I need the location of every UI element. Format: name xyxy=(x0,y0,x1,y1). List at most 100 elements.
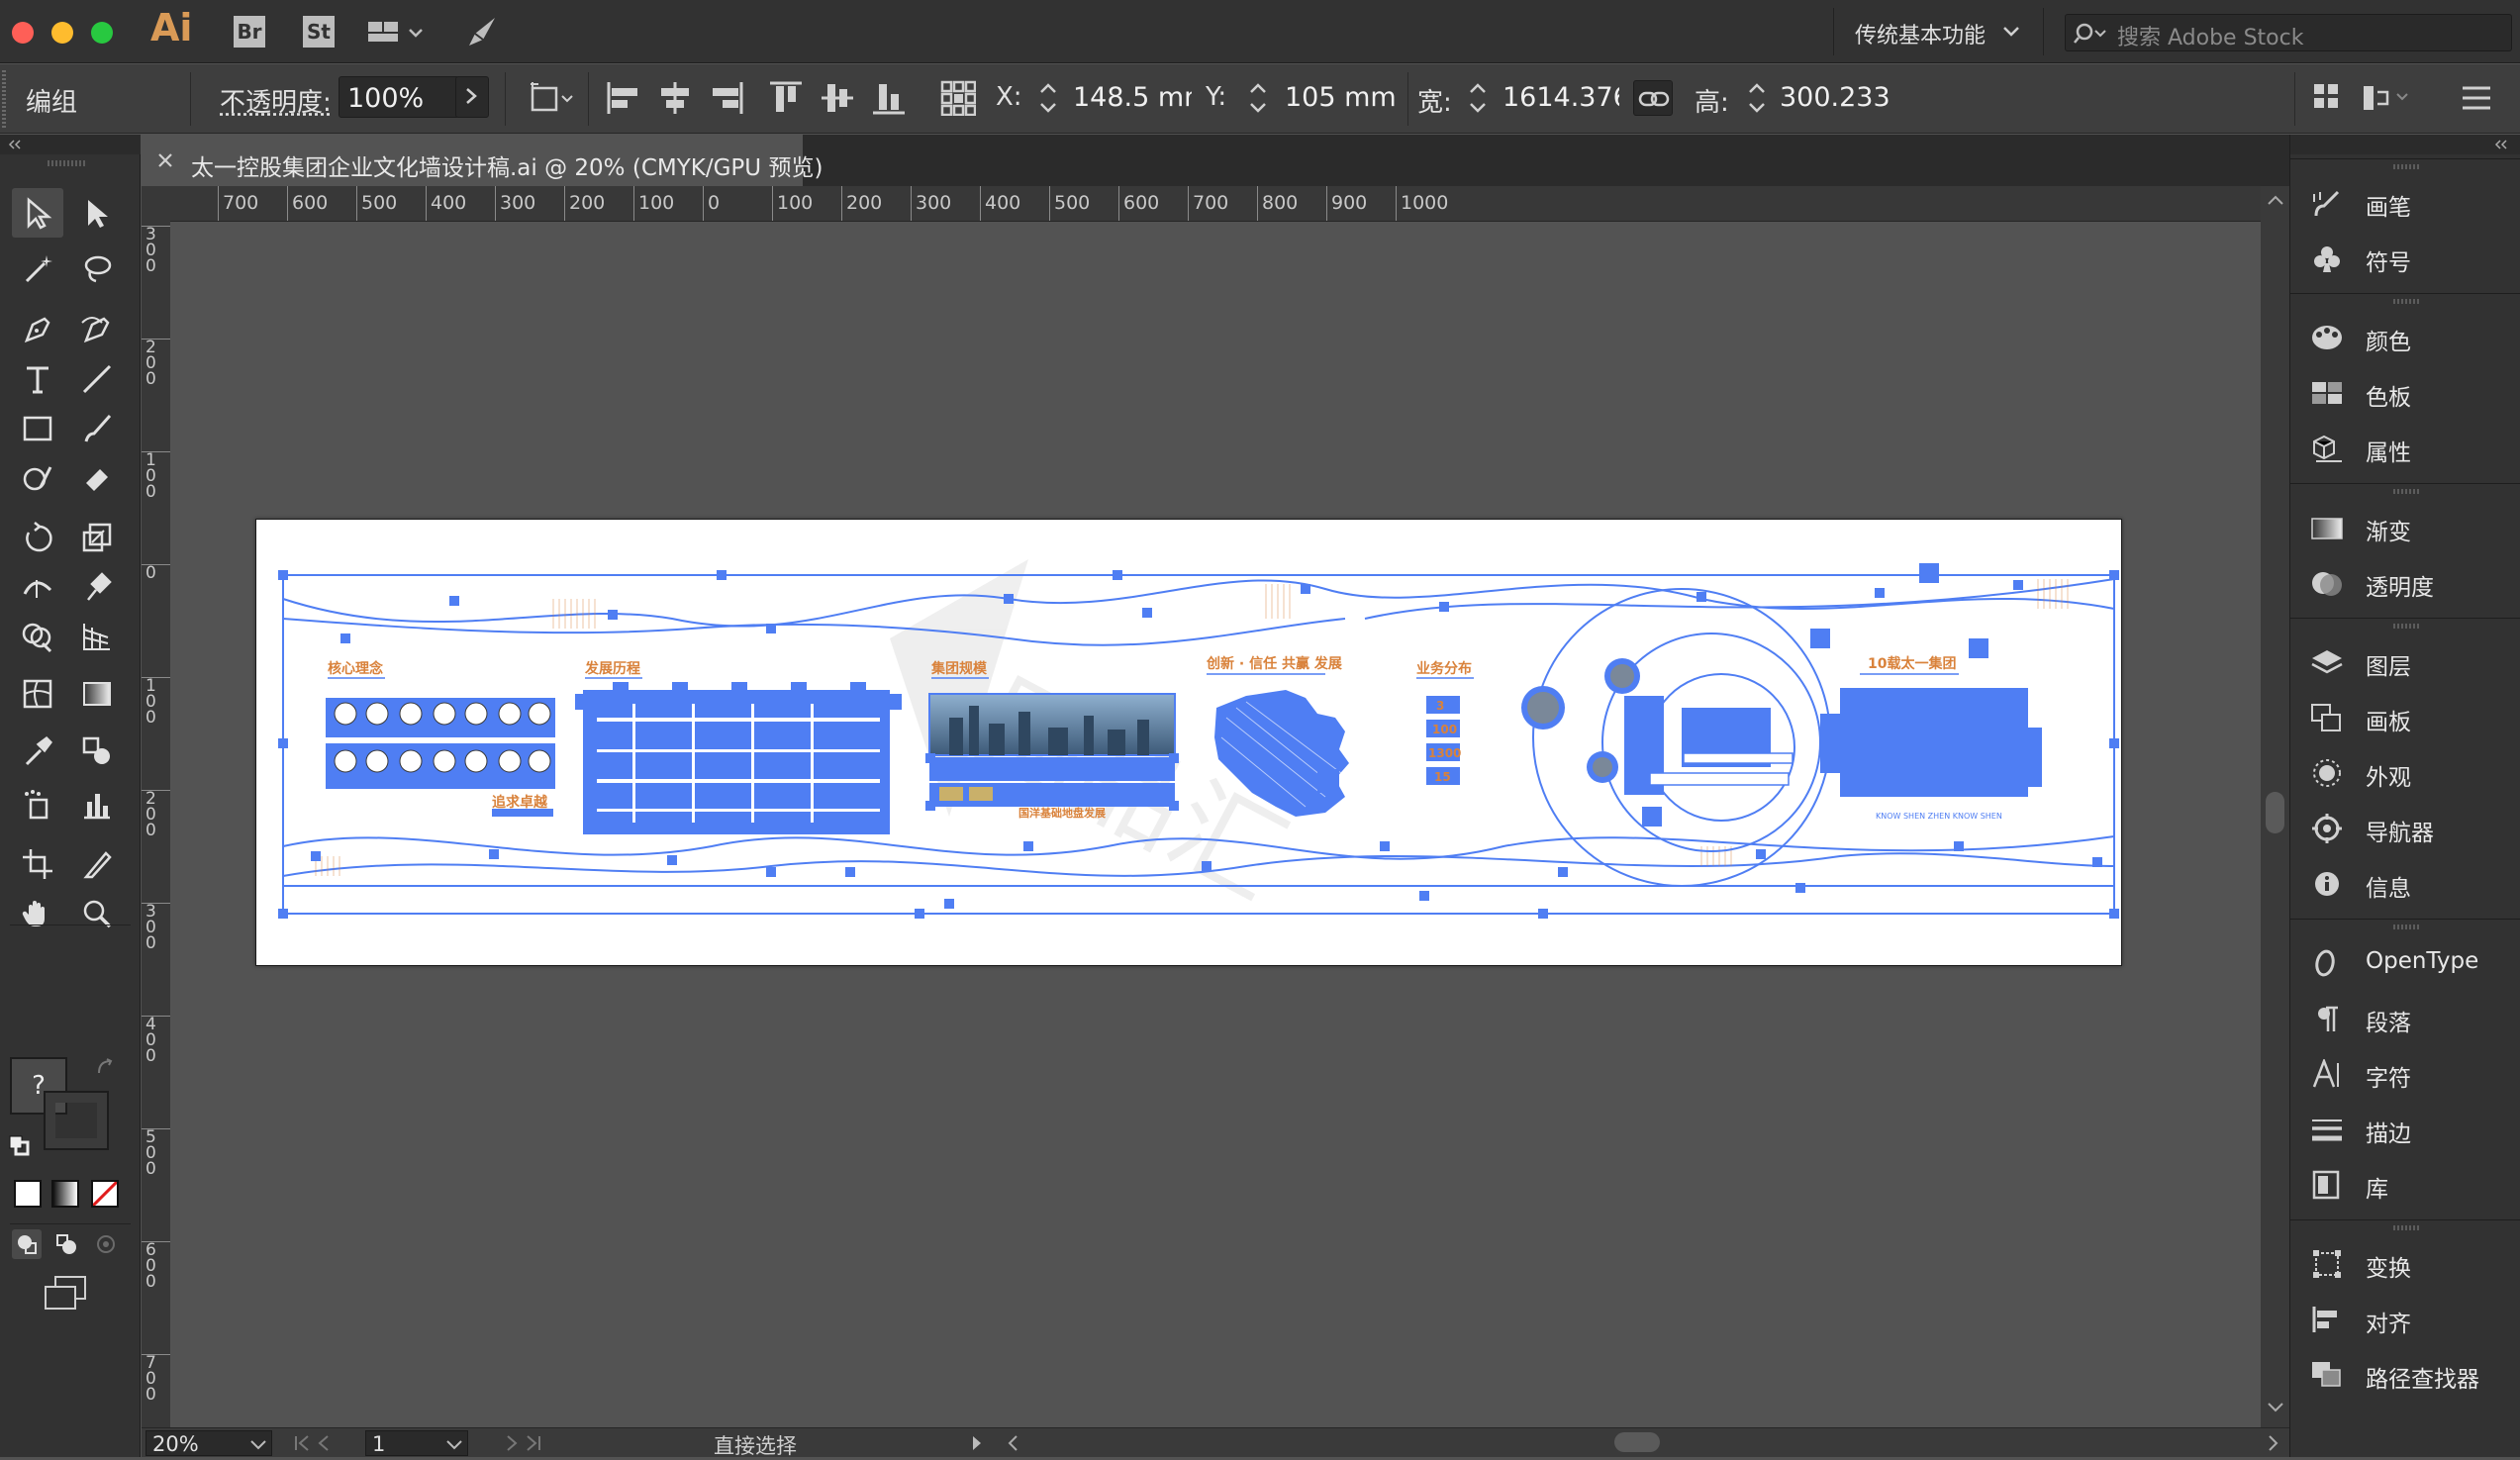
panel-paragraph[interactable]: 段落 xyxy=(2290,992,2520,1045)
vertical-scroll-thumb[interactable] xyxy=(2266,792,2284,833)
artboard-navigation-field[interactable]: 1 xyxy=(365,1430,468,1456)
draw-inside-button[interactable] xyxy=(91,1229,121,1259)
shape-builder-tool[interactable] xyxy=(12,612,63,661)
artboard-tool[interactable] xyxy=(12,839,63,889)
opacity-dropdown-button[interactable] xyxy=(455,76,489,118)
anchor-handle[interactable] xyxy=(667,855,677,865)
height-input[interactable]: 300.233 n xyxy=(1772,76,1900,118)
anchor-handle[interactable] xyxy=(2109,570,2119,580)
line-segment-tool[interactable] xyxy=(71,354,123,404)
panel-align[interactable]: 对齐 xyxy=(2290,1293,2520,1346)
gradient-mode-button[interactable] xyxy=(51,1180,79,1208)
anchor-handle[interactable] xyxy=(915,909,924,919)
x-stepper-icon[interactable] xyxy=(1035,78,1061,118)
align-right-icon[interactable] xyxy=(709,80,744,116)
document-tab[interactable]: 太一控股集团企业文化墙设计稿.ai @ 20% (CMYK/GPU 预览) xyxy=(142,135,803,186)
align-vertical-center-icon[interactable] xyxy=(820,80,855,116)
gradient-tool[interactable] xyxy=(71,669,123,719)
anchor-handle[interactable] xyxy=(1756,849,1766,859)
width-input[interactable]: 1614.376 xyxy=(1495,76,1619,118)
arrange-options-icon[interactable] xyxy=(2360,80,2415,116)
anchor-handle[interactable] xyxy=(278,738,288,748)
selection-tool[interactable] xyxy=(12,188,63,238)
paintbrush-tool[interactable] xyxy=(71,404,123,453)
anchor-handle[interactable] xyxy=(1439,602,1449,612)
isolate-group-icon[interactable] xyxy=(2310,80,2346,116)
panel-artboards[interactable]: 画板 xyxy=(2290,691,2520,744)
column-graph-tool[interactable] xyxy=(71,780,123,829)
panel-navigator[interactable]: 导航器 xyxy=(2290,802,2520,855)
draw-normal-button[interactable] xyxy=(12,1229,42,1259)
bridge-button[interactable]: Br xyxy=(234,16,265,48)
scroll-right-icon[interactable] xyxy=(2266,1434,2279,1452)
zoom-tool[interactable] xyxy=(71,889,123,938)
panel-transparency[interactable]: 透明度 xyxy=(2290,556,2520,610)
rectangle-tool[interactable] xyxy=(12,404,63,453)
opacity-input[interactable]: 100% xyxy=(339,76,459,118)
gpu-performance-button[interactable] xyxy=(465,14,501,49)
anchor-handle[interactable] xyxy=(1538,909,1548,919)
horizontal-ruler[interactable]: 700 600 500 400 300 200 100 0 100 200 300 400 500 600… xyxy=(170,186,2261,222)
anchor-handle[interactable] xyxy=(845,867,855,877)
panel-dock-header[interactable] xyxy=(2290,135,2520,154)
screen-mode-button[interactable] xyxy=(44,1275,89,1311)
lasso-tool[interactable] xyxy=(71,243,123,293)
panel-symbols[interactable]: 符号 xyxy=(2290,232,2520,285)
align-top-icon[interactable] xyxy=(768,80,804,116)
panel-layers[interactable]: 图层 xyxy=(2290,635,2520,689)
anchor-handle[interactable] xyxy=(1419,891,1429,901)
stroke-swatch[interactable] xyxy=(46,1093,107,1148)
anchor-handle[interactable] xyxy=(766,624,776,633)
type-tool[interactable] xyxy=(12,354,63,404)
constrain-proportions-button[interactable] xyxy=(1633,80,1673,116)
status-menu-arrow-icon[interactable] xyxy=(969,1434,985,1452)
eyedropper-tool[interactable] xyxy=(12,727,63,776)
anchor-handle[interactable] xyxy=(1301,584,1310,594)
width-stepper-icon[interactable] xyxy=(1465,78,1491,118)
shaper-tool[interactable] xyxy=(12,453,63,503)
scroll-up-icon[interactable] xyxy=(2267,194,2284,206)
vertical-ruler[interactable]: 300 200 100 0 100 200 300 400 500 600 700 xyxy=(142,186,170,1427)
next-last-artboard-icon[interactable] xyxy=(488,1434,543,1452)
puppet-warp-tool[interactable] xyxy=(71,562,123,612)
anchor-handle[interactable] xyxy=(717,570,727,580)
artboard[interactable]: 图品汇 xyxy=(255,519,2122,966)
panel-menu-icon[interactable] xyxy=(2459,80,2494,116)
anchor-handle[interactable] xyxy=(1380,841,1390,851)
align-horizontal-center-icon[interactable] xyxy=(657,80,693,116)
first-previous-artboard-icon[interactable] xyxy=(292,1434,347,1452)
y-stepper-icon[interactable] xyxy=(1245,78,1271,118)
blend-tool[interactable] xyxy=(71,727,123,776)
anchor-handle[interactable] xyxy=(489,849,499,859)
anchor-handle[interactable] xyxy=(1113,570,1122,580)
swap-fill-stroke-icon[interactable] xyxy=(95,1057,117,1079)
panel-swatches[interactable]: 色板 xyxy=(2290,366,2520,420)
panel-opentype[interactable]: OpenType xyxy=(2290,936,2520,990)
anchor-handle[interactable] xyxy=(311,851,321,861)
scroll-down-icon[interactable] xyxy=(2267,1402,2284,1413)
anchor-handle[interactable] xyxy=(2109,909,2119,919)
control-bar-grip[interactable] xyxy=(2,70,6,128)
panel-gradient[interactable]: 渐变 xyxy=(2290,501,2520,554)
hand-tool[interactable] xyxy=(12,889,63,938)
anchor-handle[interactable] xyxy=(1875,588,1885,598)
arrange-documents-button[interactable] xyxy=(366,16,428,48)
anchor-handle[interactable] xyxy=(2109,738,2119,748)
panel-color[interactable]: 颜色 xyxy=(2290,311,2520,364)
horizontal-scrollbar[interactable] xyxy=(1003,1428,2285,1456)
opacity-label[interactable]: 不透明度: xyxy=(220,82,332,119)
draw-behind-button[interactable] xyxy=(51,1229,81,1259)
panel-character[interactable]: 字符 xyxy=(2290,1047,2520,1101)
color-mode-button[interactable] xyxy=(14,1180,42,1208)
vertical-scrollbar[interactable] xyxy=(2261,186,2289,1427)
canvas[interactable]: 图品汇 xyxy=(170,222,2261,1427)
anchor-handle[interactable] xyxy=(278,909,288,919)
perspective-grid-tool[interactable] xyxy=(71,612,123,661)
rotate-tool[interactable] xyxy=(12,513,63,562)
anchor-handle[interactable] xyxy=(1954,841,1964,851)
anchor-handle[interactable] xyxy=(944,899,954,909)
reference-point-icon[interactable] xyxy=(940,80,976,116)
anchor-handle[interactable] xyxy=(340,633,350,643)
scroll-left-icon[interactable] xyxy=(1007,1434,1020,1452)
anchor-handle[interactable] xyxy=(278,570,288,580)
